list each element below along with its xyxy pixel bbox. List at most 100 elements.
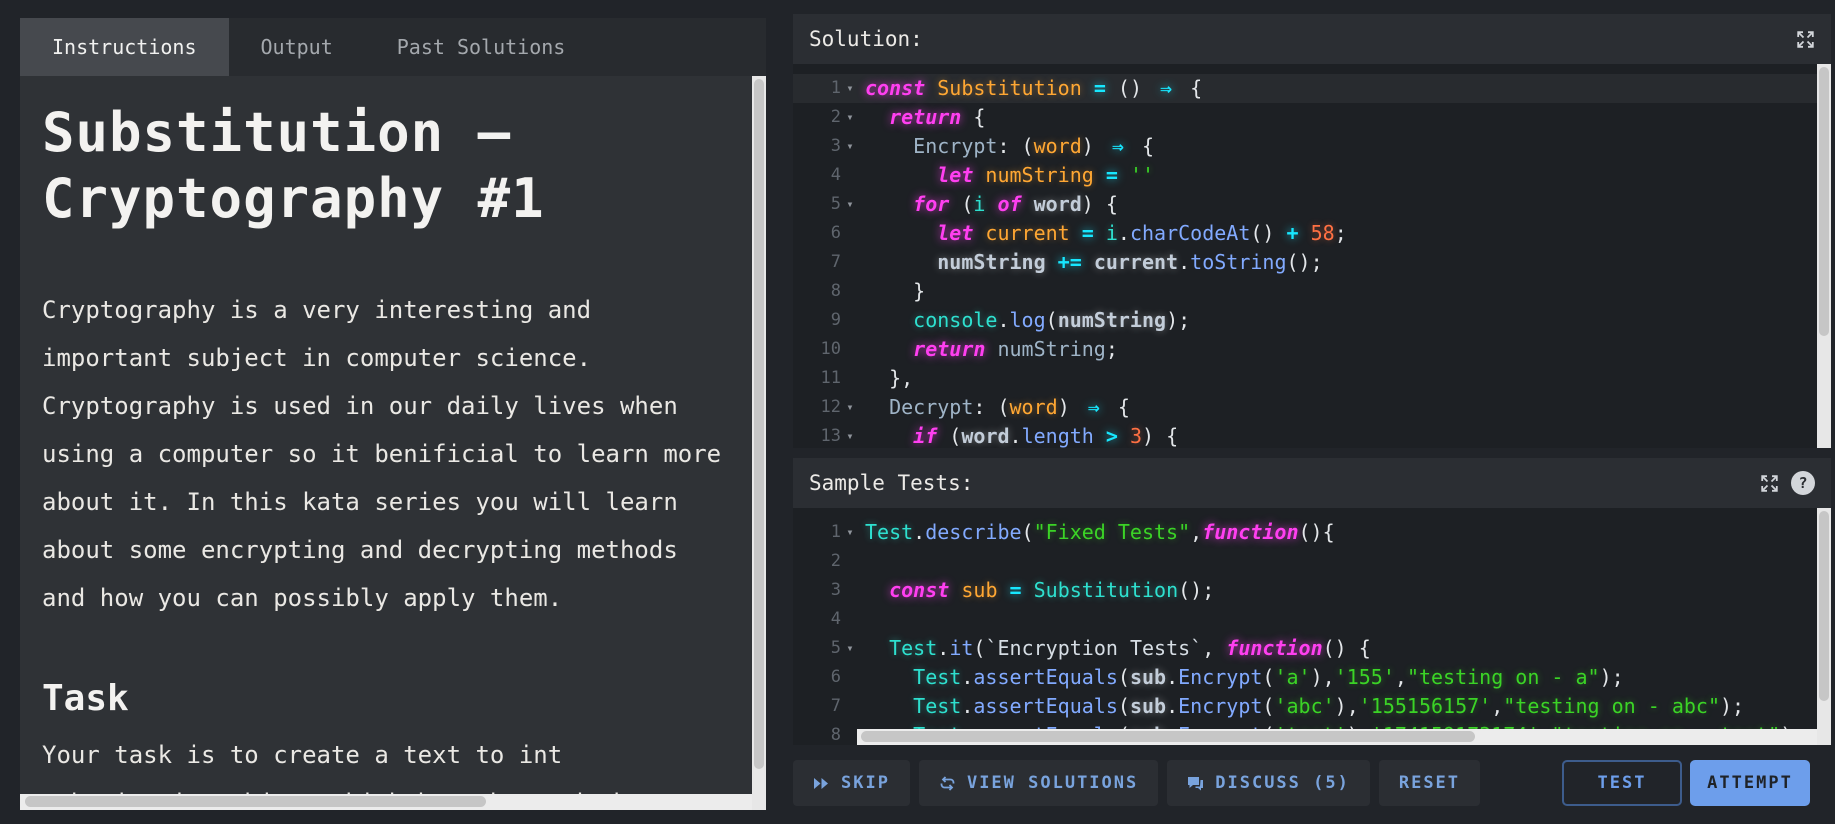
scrollbar-thumb[interactable]: [25, 796, 487, 807]
code-text: const Substitution = () ⇒ {: [859, 74, 1202, 103]
code-token: }: [865, 279, 926, 303]
code-line: 10 return numString;: [793, 335, 1831, 364]
expand-icon[interactable]: [1760, 474, 1779, 493]
fold-toggle-icon[interactable]: ▾: [841, 132, 859, 161]
test-button[interactable]: TEST: [1562, 760, 1682, 806]
code-token: "testing on - abc": [1503, 694, 1721, 718]
fold-toggle-icon[interactable]: ▾: [841, 422, 859, 448]
attempt-button[interactable]: ATTEMPT: [1690, 760, 1810, 806]
code-token: 'abc': [1274, 694, 1335, 718]
fold-toggle-icon[interactable]: ▾: [841, 518, 859, 547]
help-icon[interactable]: ?: [1791, 471, 1815, 495]
action-bar: SKIP VIEW SOLUTIONS DISCUSS (5) RESET TE…: [793, 760, 1810, 806]
code-token: it: [949, 636, 974, 660]
solution-editor[interactable]: 1 ▾ const Substitution = () ⇒ {2 ▾ return {…: [793, 64, 1831, 448]
code-token: Encrypt: [913, 134, 998, 158]
line-number: 10: [820, 339, 841, 359]
line-number: 3: [830, 580, 841, 600]
code-token: Test: [913, 665, 962, 689]
fold-toggle-icon[interactable]: ▾: [841, 74, 859, 103]
fold-toggle-icon[interactable]: ▾: [841, 103, 859, 132]
code-token: ,: [1202, 636, 1227, 660]
fold-toggle-icon[interactable]: ▾: [841, 393, 859, 422]
code-token: i: [973, 192, 986, 216]
code-token: function: [1202, 520, 1299, 544]
expand-icon[interactable]: [1796, 30, 1815, 49]
code-token: console: [913, 308, 998, 332]
task-heading: Task: [42, 678, 129, 719]
code-token: ;: [1334, 221, 1347, 245]
code-token: .: [961, 665, 974, 689]
code-line: 4 let numString = '': [793, 161, 1831, 190]
line-number: 6: [830, 223, 841, 243]
discuss-icon: [1188, 776, 1204, 790]
sample-tests-panel: Sample Tests: ? 1 ▾ Test.describe("Fixed T…: [793, 458, 1831, 745]
button-label: ATTEMPT: [1707, 773, 1793, 793]
vertical-scrollbar[interactable]: [1817, 508, 1831, 745]
fold-toggle-icon[interactable]: ▾: [841, 190, 859, 219]
code-token: >: [1105, 424, 1118, 448]
code-token: numString: [985, 163, 1094, 187]
line-number: 8: [830, 281, 841, 301]
scrollbar-thumb[interactable]: [1819, 67, 1829, 336]
line-number: 12: [820, 397, 841, 417]
code-token: (: [1262, 665, 1275, 689]
reset-button[interactable]: RESET: [1378, 760, 1481, 806]
line-number: 1: [830, 78, 841, 98]
code-token: : (: [997, 134, 1034, 158]
code-token: (: [1262, 694, 1275, 718]
code-token: log: [1009, 308, 1046, 332]
code-text: const sub = Substitution();: [859, 576, 1214, 605]
code-line: 2 ▾ return {: [793, 103, 1831, 132]
fold-toggle-icon[interactable]: ▾: [841, 634, 859, 663]
vertical-scrollbar[interactable]: [752, 76, 766, 810]
line-number: 7: [830, 252, 841, 272]
code-token: 3: [1129, 424, 1143, 448]
sample-tests-editor[interactable]: 1 ▾ Test.describe("Fixed Tests",function()…: [793, 508, 1831, 745]
kata-title: Substitution – Cryptography #1: [42, 101, 545, 230]
code-token: },: [865, 366, 914, 390]
code-token: ): [1057, 395, 1082, 419]
code-token: '155156157': [1358, 694, 1492, 718]
view-solutions-button[interactable]: VIEW SOLUTIONS: [918, 760, 1159, 806]
button-label: SKIP: [841, 773, 890, 793]
horizontal-scrollbar[interactable]: [20, 794, 752, 810]
line-number: 11: [820, 368, 841, 388]
tab-past-solutions[interactable]: Past Solutions: [365, 18, 598, 76]
tab-instructions[interactable]: Instructions: [20, 18, 229, 76]
scrollbar-thumb[interactable]: [754, 79, 764, 769]
scrollbar-thumb[interactable]: [1819, 511, 1829, 701]
discuss-button[interactable]: DISCUSS (5): [1167, 760, 1370, 806]
skip-button[interactable]: SKIP: [793, 760, 910, 806]
code-token: Decrypt: [889, 395, 974, 419]
scrollbar-thumb[interactable]: [861, 731, 1476, 742]
code-token: describe: [925, 520, 1022, 544]
code-token: (: [949, 192, 974, 216]
code-token: ();: [1286, 250, 1323, 274]
vertical-scrollbar[interactable]: [1817, 64, 1831, 448]
code-token: +: [1286, 221, 1299, 245]
code-line: 3 const sub = Substitution();: [793, 576, 1831, 605]
code-token: word: [1009, 395, 1058, 419]
code-token: word: [1033, 134, 1082, 158]
horizontal-scrollbar[interactable]: [857, 729, 1817, 745]
tab-output[interactable]: Output: [229, 18, 365, 76]
code-token: ⇒: [1111, 134, 1124, 158]
code-token: ,: [1394, 665, 1407, 689]
sample-tests-header: Sample Tests: ?: [793, 458, 1831, 508]
code-token: for: [913, 192, 950, 216]
header-icons: ?: [1760, 471, 1815, 495]
